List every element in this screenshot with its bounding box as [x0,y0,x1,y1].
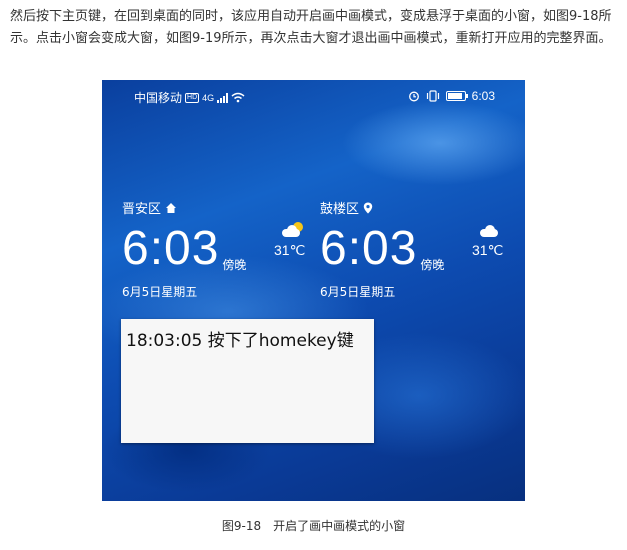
wifi-icon [231,92,245,103]
temperature: 31℃ [274,242,306,258]
clock-date: 6月5日星期五 [122,285,198,299]
status-bar: 中国移动 HD 4G 6:03 [102,80,525,110]
phone-screenshot: 中国移动 HD 4G 6:03 晋安区 6:03 傍晚 6月5日星期五 31℃ … [102,80,525,501]
network-type: 4G [202,92,215,103]
home-icon [166,202,177,213]
vibrate-icon [426,90,439,102]
temperature: 31℃ [472,242,504,258]
clock-period: 傍晚 [420,258,445,272]
location-pin-icon [363,202,373,213]
pip-window[interactable]: 18:03:05 按下了homekey键 [121,319,374,443]
location-label: 晋安区 [122,202,162,217]
weather-widget-2: 31℃ [472,224,503,259]
pip-window-text: 18:03:05 按下了homekey键 [126,331,354,351]
clock-time: 6:03 [122,222,220,275]
hd-badge: HD [185,92,200,103]
battery-icon [445,91,468,101]
alarm-icon [408,91,419,102]
clock-date: 6月5日星期五 [320,285,396,299]
sun-cloud-icon [279,222,303,238]
intro-paragraph: 然后按下主页键，在回到桌面的同时，该应用自动开启画中画模式，变成悬浮于桌面的小窗… [10,9,612,46]
carrier-label: 中国移动 [134,91,183,105]
status-time: 6:03 [471,89,495,103]
clock-widget-1: 晋安区 6:03 傍晚 6月5日星期五 [122,198,246,300]
weather-widget-1: 31℃ [274,222,306,259]
clock-period: 傍晚 [222,258,247,272]
clock-time: 6:03 [320,222,418,275]
signal-icon [217,92,229,103]
cloud-icon [477,224,499,238]
location-label: 鼓楼区 [320,202,360,217]
figure-caption: 图9-18 开启了画中画模式的小窗 [221,519,406,533]
clock-widget-2: 鼓楼区 6:03 傍晚 6月5日星期五 [320,198,444,300]
